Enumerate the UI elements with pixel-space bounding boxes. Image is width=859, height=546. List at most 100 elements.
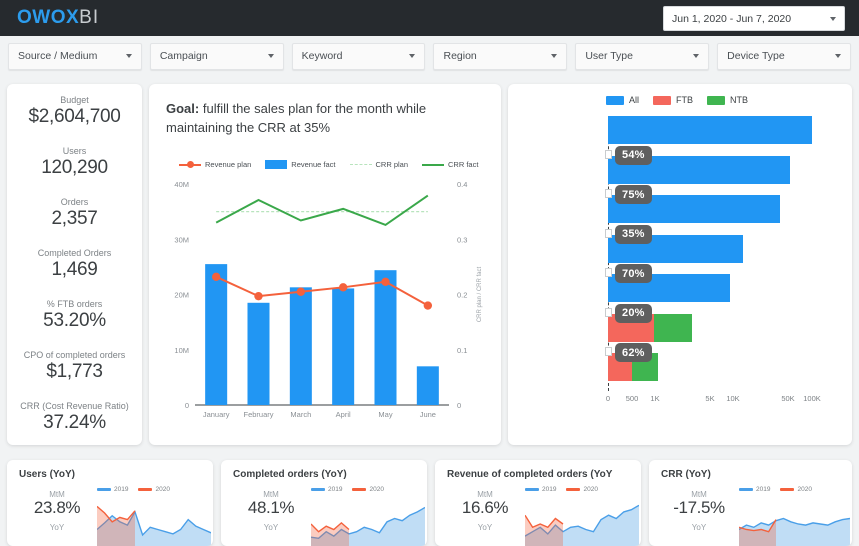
kpi-label: % FTB orders xyxy=(7,299,142,309)
filter-label: User Type xyxy=(585,50,633,62)
legend-swatch-icon xyxy=(138,488,152,491)
chevron-down-icon xyxy=(835,54,841,58)
goal-chart-panel: Goal: fulfill the sales plan for the mon… xyxy=(149,84,501,445)
kpi-value: 37.24% xyxy=(7,412,142,434)
legend-item-2019[interactable]: 2019 xyxy=(311,486,342,493)
mini-sparkline xyxy=(739,502,850,546)
mini-metric: MtM16.6%YoY xyxy=(449,490,521,532)
bar[interactable] xyxy=(290,287,312,405)
conversion-badge: 62% xyxy=(615,343,652,362)
legend-item-2019[interactable]: 2019 xyxy=(525,486,556,493)
crr-fact-line xyxy=(216,196,428,225)
chevron-down-icon xyxy=(693,54,699,58)
mini-card-users-yoy: Users (YoY)20192020MtM23.8%YoY xyxy=(7,460,213,546)
x-axis-tick: February xyxy=(243,410,273,419)
mini-metric-value: -17.5% xyxy=(663,498,735,518)
kpi-orders: Orders2,357 xyxy=(7,197,142,230)
kpi-label: CPO of completed orders xyxy=(7,350,142,360)
x-axis-tick: June xyxy=(420,410,436,419)
legend-swatch-icon xyxy=(739,488,753,491)
reference-tick xyxy=(605,229,612,238)
bar[interactable] xyxy=(332,288,354,405)
legend-label: All xyxy=(629,95,639,105)
legend-label: FTB xyxy=(676,95,693,105)
filter-user-type[interactable]: User Type xyxy=(575,43,709,70)
y-axis-tick: 20M xyxy=(174,291,189,300)
legend-item-ftb[interactable]: FTB xyxy=(653,95,693,105)
mini-metric-value: 16.6% xyxy=(449,498,521,518)
mini-card-title: Completed orders (YoY) xyxy=(233,469,347,480)
legend-swatch-icon xyxy=(566,488,580,491)
kpi-panel: Budget$2,604,700Users120,290Orders2,357C… xyxy=(7,84,142,445)
filter-source-medium[interactable]: Source / Medium xyxy=(8,43,142,70)
kpi-value: 1,469 xyxy=(7,259,142,281)
legend-label: 2019 xyxy=(542,486,556,493)
mini-metric-value: 23.8% xyxy=(21,498,93,518)
legend-item-2020[interactable]: 2020 xyxy=(780,486,811,493)
legend-item-2020[interactable]: 2020 xyxy=(566,486,597,493)
bar[interactable] xyxy=(417,366,439,405)
revenue-plan-marker[interactable] xyxy=(424,301,432,309)
mini-legend: 2019 2020 xyxy=(311,486,384,493)
legend-item-2020[interactable]: 2020 xyxy=(138,486,169,493)
funnel-bar-ntb[interactable] xyxy=(654,314,693,342)
legend-swatch-icon xyxy=(780,488,794,491)
legend-item-ntb[interactable]: NTB xyxy=(707,95,748,105)
conversion-badge: 20% xyxy=(615,304,652,323)
filter-campaign[interactable]: Campaign xyxy=(150,43,284,70)
filter-bar: Source / Medium Campaign Keyword Region User… xyxy=(0,36,859,76)
x-axis-tick: March xyxy=(290,410,311,419)
bar[interactable] xyxy=(205,264,227,405)
mini-metric-label-secondary: YoY xyxy=(663,523,735,532)
legend-item-all[interactable]: All xyxy=(606,95,639,105)
mini-metric-label-secondary: YoY xyxy=(449,523,521,532)
date-range-picker[interactable]: Jun 1, 2020 - Jun 7, 2020 xyxy=(663,6,845,31)
revenue-plan-marker[interactable] xyxy=(212,273,220,281)
kpi-label: Orders xyxy=(7,197,142,207)
mini-metric-label-secondary: YoY xyxy=(21,523,93,532)
legend-swatch-icon xyxy=(606,96,624,105)
bar[interactable] xyxy=(374,270,396,405)
funnel-bar-all[interactable] xyxy=(608,116,812,144)
kpi-completed-orders: Completed Orders1,469 xyxy=(7,248,142,281)
filter-device-type[interactable]: Device Type xyxy=(717,43,851,70)
kpi-value: 120,290 xyxy=(7,157,142,179)
legend-item-2020[interactable]: 2020 xyxy=(352,486,383,493)
series-2020-area xyxy=(97,506,135,546)
y2-axis-title: CRR plan / CRR fact xyxy=(477,266,483,322)
y2-axis-tick: 0.2 xyxy=(457,291,467,300)
filter-label: Keyword xyxy=(302,50,343,62)
revenue-plan-marker[interactable] xyxy=(254,292,262,300)
revenue-plan-marker[interactable] xyxy=(339,283,347,291)
funnel-legend: All FTB NTB xyxy=(606,95,748,105)
y-axis-tick: 10M xyxy=(174,346,189,355)
legend-label: 2020 xyxy=(797,486,811,493)
filter-keyword[interactable]: Keyword xyxy=(292,43,426,70)
y-axis-tick: 0 xyxy=(185,401,189,410)
y2-axis-tick: 0.4 xyxy=(457,180,467,189)
conversion-badge: 54% xyxy=(615,146,652,165)
x-axis-tick: 100K xyxy=(798,394,826,403)
y2-axis-tick: 0.3 xyxy=(457,235,467,244)
revenue-plan-marker[interactable] xyxy=(297,288,305,296)
date-range-value: Jun 1, 2020 - Jun 7, 2020 xyxy=(672,13,791,25)
funnel-bar-panel: AllFTBNTB Reference Line #154%75%35%70%2… xyxy=(508,84,852,445)
legend-item-2019[interactable]: 2019 xyxy=(97,486,128,493)
kpi-label: Budget xyxy=(7,95,142,105)
legend-item-2019[interactable]: 2019 xyxy=(739,486,770,493)
kpi-label: Completed Orders xyxy=(7,248,142,258)
kpi-budget: Budget$2,604,700 xyxy=(7,95,142,128)
legend-label: 2019 xyxy=(114,486,128,493)
legend-swatch-icon xyxy=(311,488,325,491)
revenue-plan-marker[interactable] xyxy=(381,278,389,286)
x-axis-tick: 10K xyxy=(719,394,747,403)
legend-label: 2020 xyxy=(155,486,169,493)
mini-sparkline xyxy=(311,502,425,546)
mini-metric: MtM48.1%YoY xyxy=(235,490,307,532)
revenue-combo-chart: 010M20M30M40M00.10.20.30.4CRR plan / CRR… xyxy=(149,84,501,445)
bar[interactable] xyxy=(247,303,269,405)
filter-region[interactable]: Region xyxy=(433,43,567,70)
legend-label: 2019 xyxy=(756,486,770,493)
y-axis-tick: 40M xyxy=(174,180,189,189)
kpi-value: $2,604,700 xyxy=(7,106,142,128)
